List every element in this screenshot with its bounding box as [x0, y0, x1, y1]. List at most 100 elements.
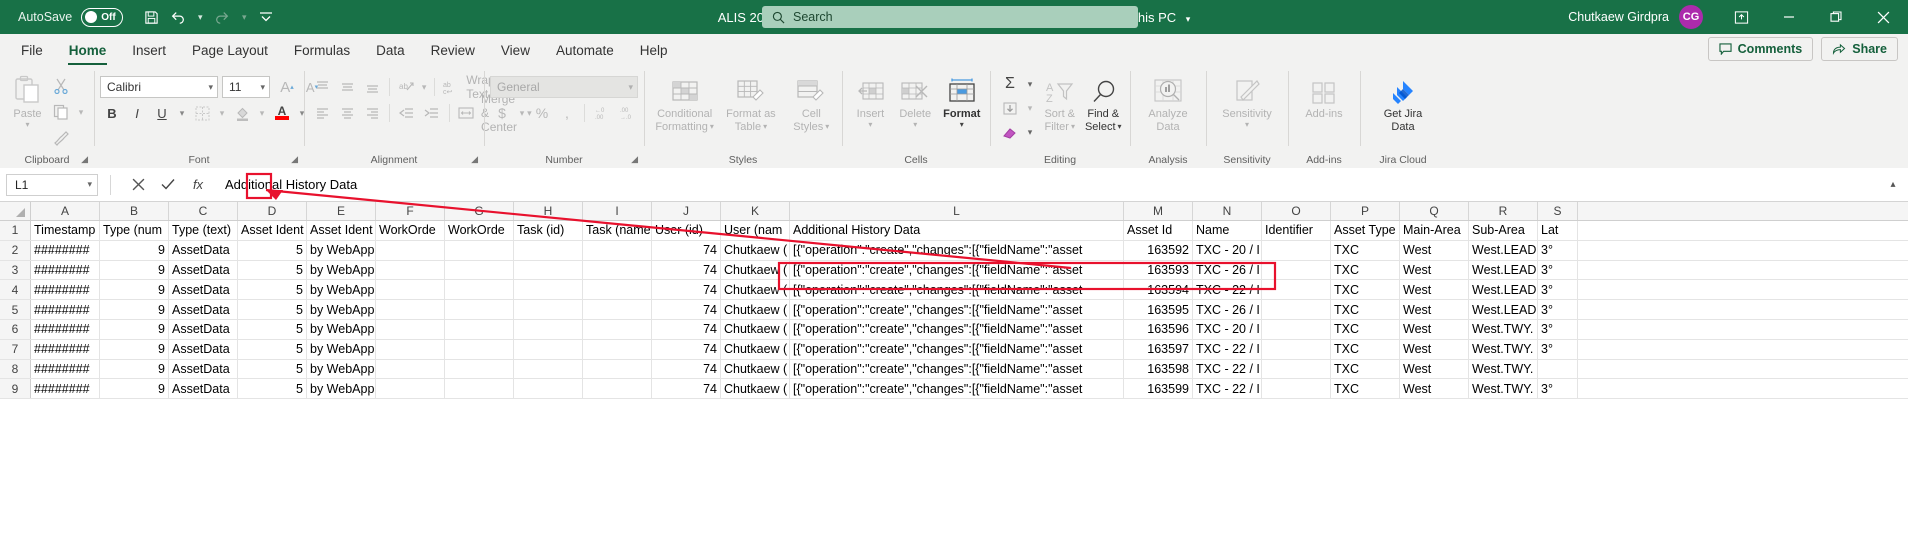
tab-data[interactable]: Data [363, 35, 418, 65]
share-button[interactable]: Share [1821, 37, 1898, 61]
sensitivity-dropdown-icon[interactable]: ▾ [1245, 121, 1249, 129]
tab-insert[interactable]: Insert [119, 35, 179, 65]
cell-s1[interactable]: Lat [1538, 221, 1578, 240]
row-header-3[interactable]: 3 [0, 261, 31, 280]
cell-n8[interactable]: TXC - 22 / I [1193, 360, 1262, 379]
cell-k7[interactable]: Chutkaew ( [721, 340, 790, 359]
cell-i5[interactable] [583, 300, 652, 319]
cell-m6[interactable]: 163596 [1124, 320, 1193, 339]
tab-view[interactable]: View [488, 35, 543, 65]
cell-k9[interactable]: Chutkaew ( [721, 379, 790, 398]
cell-h6[interactable] [514, 320, 583, 339]
column-header-k[interactable]: K [721, 202, 790, 220]
sort-filter-dropdown-icon[interactable]: ▾ [1071, 121, 1075, 133]
cell-k8[interactable]: Chutkaew ( [721, 360, 790, 379]
cell-b5[interactable]: 9 [100, 300, 169, 319]
cell-d8[interactable]: 5 [238, 360, 307, 379]
cell-g1[interactable]: WorkOrde [445, 221, 514, 240]
increase-decimal-icon[interactable]: ←0.00 [590, 101, 614, 125]
cell-m2[interactable]: 163592 [1124, 241, 1193, 260]
alignment-dialog-launcher-icon[interactable]: ◢ [471, 154, 478, 165]
cell-i6[interactable] [583, 320, 652, 339]
cell-j2[interactable]: 74 [652, 241, 721, 260]
cell-g5[interactable] [445, 300, 514, 319]
autosum-icon[interactable]: Σ [998, 72, 1022, 96]
row-header-6[interactable]: 6 [0, 320, 31, 339]
align-middle-icon[interactable] [335, 75, 359, 99]
cell-f7[interactable] [376, 340, 445, 359]
analyze-data-button[interactable]: Analyze Data [1138, 69, 1198, 133]
cell-f6[interactable] [376, 320, 445, 339]
cell-m5[interactable]: 163595 [1124, 300, 1193, 319]
tab-formulas[interactable]: Formulas [281, 35, 363, 65]
underline-icon[interactable]: U [150, 101, 174, 125]
cell-m3[interactable]: 163593 [1124, 261, 1193, 280]
cell-o6[interactable] [1262, 320, 1331, 339]
cell-d4[interactable]: 5 [238, 280, 307, 299]
column-header-d[interactable]: D [238, 202, 307, 220]
column-header-s[interactable]: S [1538, 202, 1578, 220]
column-header-a[interactable]: A [31, 202, 100, 220]
cell-d7[interactable]: 5 [238, 340, 307, 359]
cell-p6[interactable]: TXC [1331, 320, 1400, 339]
cell-a8[interactable]: ######## [31, 360, 100, 379]
cell-f3[interactable] [376, 261, 445, 280]
cell-r3[interactable]: West.LEAD [1469, 261, 1538, 280]
borders-icon[interactable] [190, 101, 214, 125]
cell-d5[interactable]: 5 [238, 300, 307, 319]
cell-q3[interactable]: West [1400, 261, 1469, 280]
font-family-chevron-down-icon[interactable]: ▾ [208, 82, 213, 93]
cell-f4[interactable] [376, 280, 445, 299]
cell-e3[interactable]: by WebApp [307, 261, 376, 280]
formula-input[interactable]: Additional History Data [213, 172, 1878, 198]
column-header-q[interactable]: Q [1400, 202, 1469, 220]
autosum-dropdown-icon[interactable]: ▾ [1023, 79, 1037, 90]
column-header-n[interactable]: N [1193, 202, 1262, 220]
cell-i1[interactable]: Task (name [583, 221, 652, 240]
cell-h1[interactable]: Task (id) [514, 221, 583, 240]
cell-q1[interactable]: Main-Area [1400, 221, 1469, 240]
cell-o4[interactable] [1262, 280, 1331, 299]
cell-n4[interactable]: TXC - 22 / I [1193, 280, 1262, 299]
cell-o7[interactable] [1262, 340, 1331, 359]
cell-j8[interactable]: 74 [652, 360, 721, 379]
cell-e4[interactable]: by WebApp [307, 280, 376, 299]
cell-g6[interactable] [445, 320, 514, 339]
cell-s3[interactable]: 3° [1538, 261, 1578, 280]
cell-p9[interactable]: TXC [1331, 379, 1400, 398]
orientation-icon[interactable]: ab [395, 75, 419, 99]
save-status-chevron-down-icon[interactable]: ▾ [1186, 14, 1191, 24]
cell-p1[interactable]: Asset Type [1331, 221, 1400, 240]
cell-i4[interactable] [583, 280, 652, 299]
font-size-combo[interactable]: 11 ▾ [222, 76, 270, 98]
undo-icon[interactable] [166, 5, 190, 29]
cell-m1[interactable]: Asset Id [1124, 221, 1193, 240]
cell-o5[interactable] [1262, 300, 1331, 319]
cell-c3[interactable]: AssetData [169, 261, 238, 280]
search-input[interactable]: Search [793, 10, 833, 24]
cell-q6[interactable]: West [1400, 320, 1469, 339]
cell-h5[interactable] [514, 300, 583, 319]
cell-m8[interactable]: 163598 [1124, 360, 1193, 379]
cell-l2[interactable]: [{"operation":"create","changes":[{"fiel… [790, 241, 1124, 260]
cell-s6[interactable]: 3° [1538, 320, 1578, 339]
cell-o8[interactable] [1262, 360, 1331, 379]
cell-p3[interactable]: TXC [1331, 261, 1400, 280]
cell-g9[interactable] [445, 379, 514, 398]
delete-cells-button[interactable]: Delete ▾ [895, 69, 936, 129]
cell-k4[interactable]: Chutkaew ( [721, 280, 790, 299]
cell-a5[interactable]: ######## [31, 300, 100, 319]
column-header-c[interactable]: C [169, 202, 238, 220]
cell-o3[interactable] [1262, 261, 1331, 280]
row-header-9[interactable]: 9 [0, 379, 31, 398]
number-format-combo[interactable]: General ▾ [490, 76, 638, 98]
cell-l9[interactable]: [{"operation":"create","changes":[{"fiel… [790, 379, 1124, 398]
accounting-format-icon[interactable]: $ [490, 101, 514, 125]
cell-s8[interactable] [1538, 360, 1578, 379]
cell-c2[interactable]: AssetData [169, 241, 238, 260]
cell-d9[interactable]: 5 [238, 379, 307, 398]
cell-j5[interactable]: 74 [652, 300, 721, 319]
cell-a9[interactable]: ######## [31, 379, 100, 398]
cell-b4[interactable]: 9 [100, 280, 169, 299]
cut-icon[interactable] [49, 74, 73, 98]
